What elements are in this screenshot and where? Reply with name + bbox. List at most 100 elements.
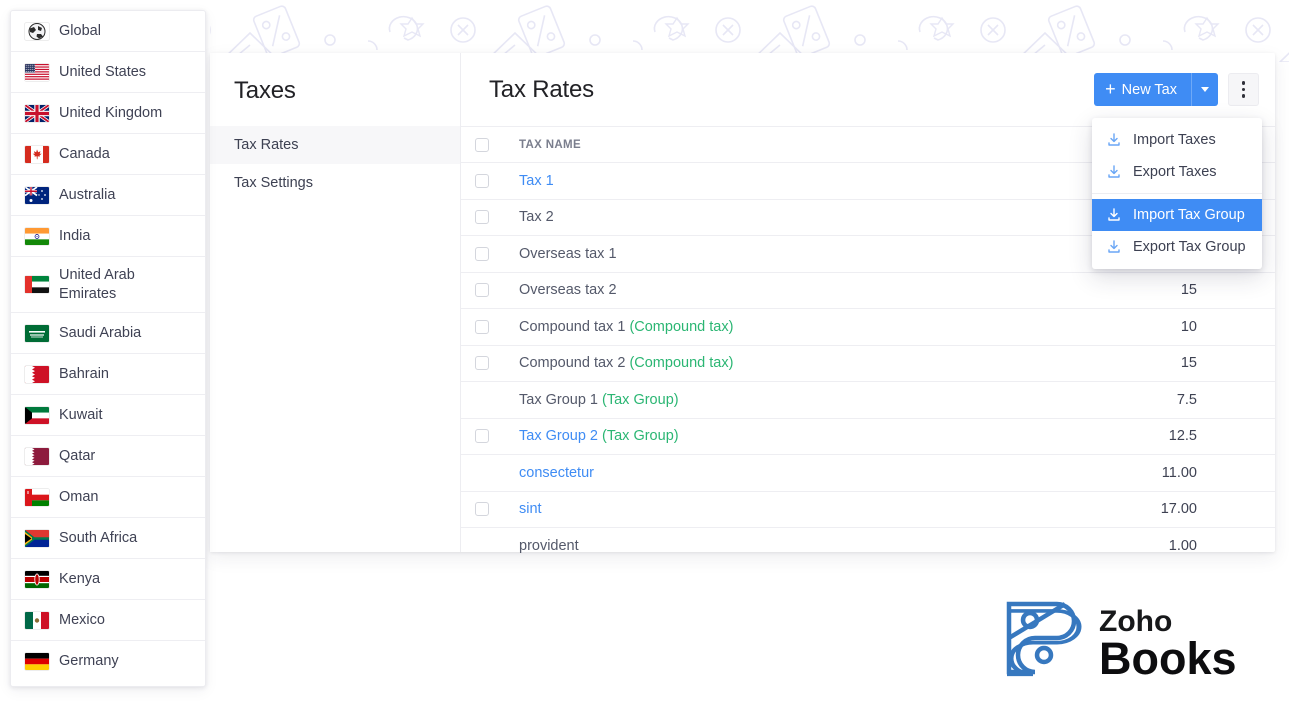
flag-de [25, 653, 49, 670]
country-label: Bahrain [59, 365, 109, 383]
menu-item-import-taxes[interactable]: Import Taxes [1092, 124, 1262, 156]
tax-name-text: Overseas tax 2 [519, 282, 617, 298]
country-item-united-kingdom[interactable]: United Kingdom [11, 93, 205, 134]
tax-name-cell: consectetur [509, 455, 975, 492]
country-item-bahrain[interactable]: Bahrain [11, 354, 205, 395]
flag-us [25, 64, 49, 81]
new-tax-dropdown-toggle[interactable] [1191, 73, 1218, 106]
country-item-india[interactable]: India [11, 216, 205, 257]
column-header-tax-name: TAX NAME [509, 127, 975, 163]
tax-rates-header: Tax Rates + New Tax [461, 53, 1275, 126]
country-item-kenya[interactable]: Kenya [11, 559, 205, 600]
table-row[interactable]: Tax Group 1 (Tax Group)7.5 [461, 382, 1275, 419]
row-select-cell [461, 528, 509, 565]
country-label: United States [59, 63, 146, 81]
menu-item-export-tax-group[interactable]: Export Tax Group [1092, 231, 1262, 263]
row-select-cell [461, 418, 509, 455]
tax-rate-cell: 1.00 [975, 528, 1275, 565]
table-row[interactable]: Compound tax 1 (Compound tax)10 [461, 309, 1275, 346]
country-item-global[interactable]: Global [11, 11, 205, 52]
download-icon [1106, 164, 1122, 180]
country-label: Mexico [59, 611, 105, 629]
row-select-cell [461, 345, 509, 382]
country-item-qatar[interactable]: Qatar [11, 436, 205, 477]
tax-name-cell: Tax Group 2 (Tax Group) [509, 418, 975, 455]
country-sidebar[interactable]: Global United States United Kingdom Canada A… [10, 10, 206, 687]
country-label: South Africa [59, 529, 137, 547]
country-label: Kuwait [59, 406, 103, 424]
subnav-item-tax-settings[interactable]: Tax Settings [210, 164, 460, 202]
flag-sa [25, 325, 49, 342]
select-all-checkbox[interactable] [475, 138, 489, 152]
tax-rate-cell: 10 [975, 309, 1275, 346]
country-item-mexico[interactable]: Mexico [11, 600, 205, 641]
row-checkbox[interactable] [475, 283, 489, 297]
table-row[interactable]: sint17.00 [461, 491, 1275, 528]
flag-za [25, 530, 49, 547]
menu-item-export-taxes[interactable]: Export Taxes [1092, 156, 1262, 188]
menu-item-import-tax-group[interactable]: Import Tax Group [1092, 199, 1262, 231]
country-label: Global [59, 22, 101, 40]
row-select-cell [461, 455, 509, 492]
country-item-germany[interactable]: Germany [11, 641, 205, 682]
globe-icon [25, 23, 49, 40]
country-label: India [59, 227, 90, 245]
new-tax-button-label: New Tax [1122, 82, 1177, 98]
row-select-cell [461, 199, 509, 236]
country-label: Canada [59, 145, 110, 163]
menu-item-label: Export Tax Group [1133, 239, 1246, 255]
country-label: United Kingdom [59, 104, 162, 122]
row-checkbox[interactable] [475, 247, 489, 261]
taxes-subnav: Taxes Tax Rates Tax Settings [210, 53, 461, 552]
row-checkbox[interactable] [475, 429, 489, 443]
row-checkbox[interactable] [475, 320, 489, 334]
tax-name-cell: Overseas tax 2 [509, 272, 975, 309]
flag-ke [25, 571, 49, 588]
row-checkbox[interactable] [475, 174, 489, 188]
country-label: Germany [59, 652, 119, 670]
country-item-united-arab-emirates[interactable]: United Arab Emirates [11, 257, 205, 313]
tax-name-link[interactable]: Tax Group 2 [519, 428, 598, 444]
country-item-united-states[interactable]: United States [11, 52, 205, 93]
tax-name-link[interactable]: consectetur [519, 465, 594, 481]
country-item-saudi-arabia[interactable]: Saudi Arabia [11, 313, 205, 354]
table-row[interactable]: Tax Group 2 (Tax Group)12.5 [461, 418, 1275, 455]
menu-item-label: Import Tax Group [1133, 207, 1245, 223]
subnav-label-tax-settings: Tax Settings [234, 175, 313, 191]
subnav-item-tax-rates[interactable]: Tax Rates [210, 126, 460, 164]
table-row[interactable]: consectetur11.00 [461, 455, 1275, 492]
flag-ae [25, 276, 49, 293]
new-tax-button[interactable]: + New Tax [1094, 73, 1191, 106]
row-select-cell [461, 309, 509, 346]
chevron-down-icon [1201, 87, 1209, 92]
new-tax-button-group: + New Tax [1094, 73, 1218, 106]
table-row[interactable]: provident1.00 [461, 528, 1275, 565]
row-checkbox[interactable] [475, 502, 489, 516]
country-item-oman[interactable]: Oman [11, 477, 205, 518]
tax-name-link[interactable]: Tax 1 [519, 173, 554, 189]
export-import-dropdown-menu[interactable]: Import Taxes Export Taxes Import Tax Group… [1092, 118, 1262, 269]
tax-name-cell: Compound tax 2 (Compound tax) [509, 345, 975, 382]
table-row[interactable]: Overseas tax 215 [461, 272, 1275, 309]
tax-name-link[interactable]: sint [519, 501, 542, 517]
table-row[interactable]: Compound tax 2 (Compound tax)15 [461, 345, 1275, 382]
country-label: Kenya [59, 570, 100, 588]
flag-au [25, 187, 49, 204]
menu-item-label: Import Taxes [1133, 132, 1216, 148]
row-checkbox[interactable] [475, 210, 489, 224]
tax-name-cell: Overseas tax 1 [509, 236, 975, 273]
row-checkbox[interactable] [475, 356, 489, 370]
tax-name-text: Compound tax 1 [519, 319, 625, 335]
more-vertical-icon [1242, 88, 1246, 92]
country-label: Oman [59, 488, 99, 506]
flag-mx [25, 612, 49, 629]
country-item-canada[interactable]: Canada [11, 134, 205, 175]
taxes-heading: Taxes [210, 53, 460, 126]
country-item-kuwait[interactable]: Kuwait [11, 395, 205, 436]
more-vertical-icon [1242, 81, 1246, 85]
flag-ca [25, 146, 49, 163]
tax-name-text: Tax Group 1 [519, 392, 598, 408]
country-item-australia[interactable]: Australia [11, 175, 205, 216]
country-item-south-africa[interactable]: South Africa [11, 518, 205, 559]
more-options-button[interactable] [1228, 73, 1259, 106]
